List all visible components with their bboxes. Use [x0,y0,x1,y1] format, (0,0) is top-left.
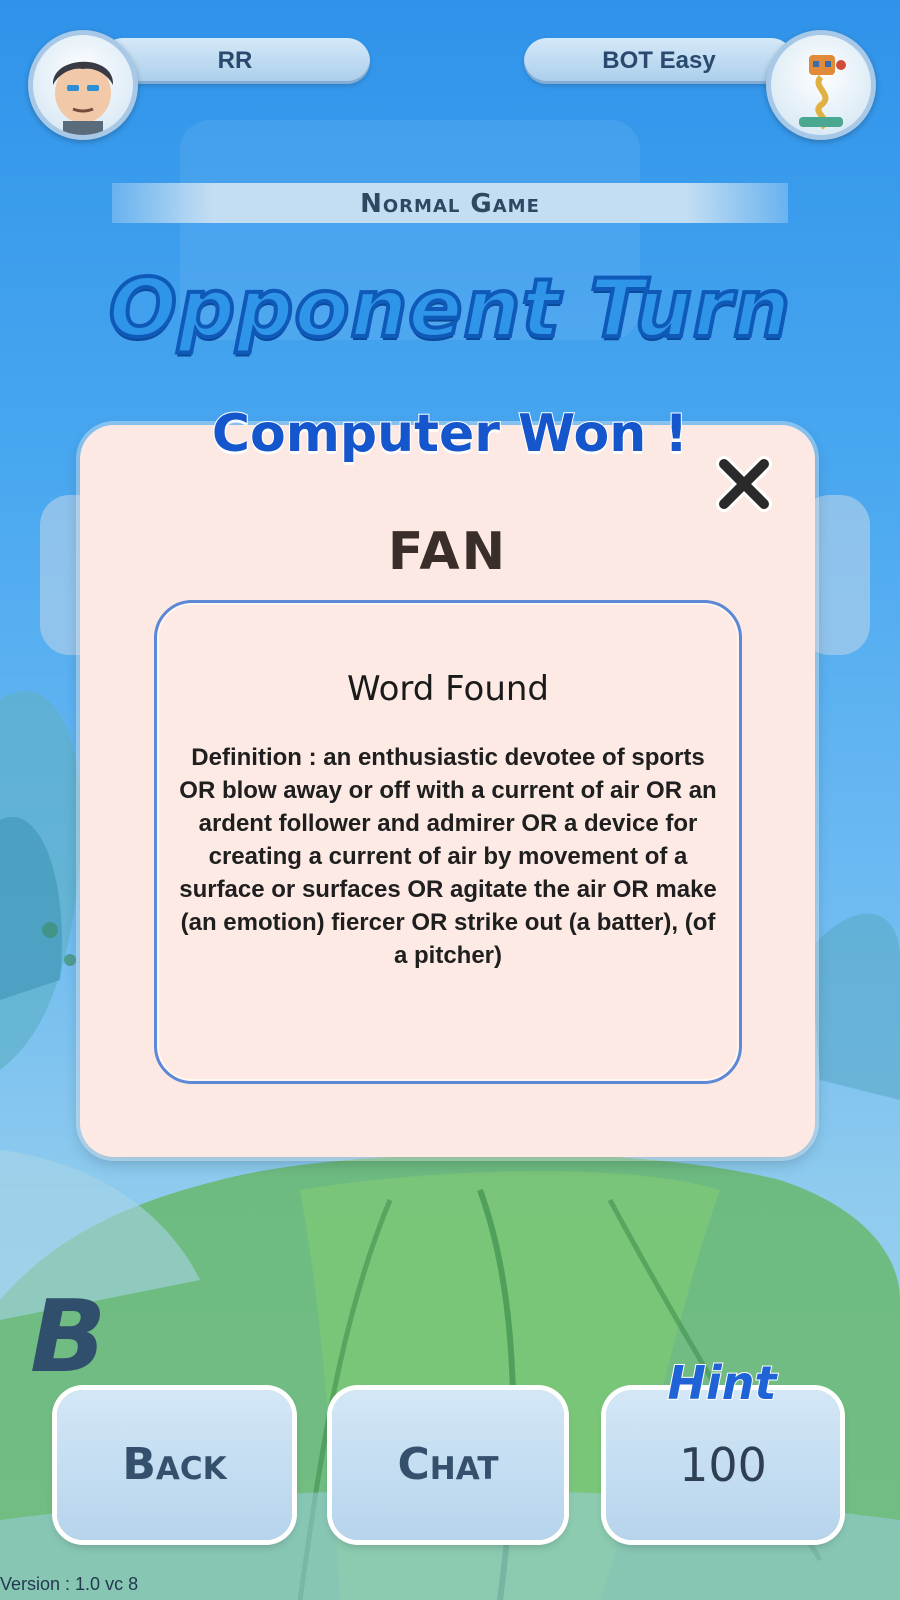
game-screen: RR BOT Easy Normal Game Opponent Turn Co… [0,0,900,1600]
background-letter-tile: B [30,1278,107,1395]
hint-cost: 100 [679,1438,767,1492]
close-icon [716,456,772,512]
word-definition: Definition : an enthusiastic devotee of … [179,744,717,969]
hint-label: Hint [666,1355,777,1411]
player-name: RR [217,47,253,74]
player-avatar[interactable] [28,30,138,140]
hint-button[interactable]: 100 [606,1390,840,1540]
turn-status-title: Opponent Turn [107,260,792,357]
back-button-label: Back [122,1439,227,1490]
found-word: FAN [387,522,508,582]
close-button[interactable] [712,452,776,516]
opponent-avatar[interactable] [766,30,876,140]
version-text: Version : 1.0 vc 8 [0,1574,139,1594]
chat-button-label: Chat [397,1439,499,1490]
opponent-name-pill: BOT Easy [524,38,794,84]
definition-card-title: Word Found [346,669,550,709]
definition-card: Word Found Definition : an enthusiastic … [154,600,742,1084]
chat-button[interactable]: Chat [332,1390,564,1540]
back-button[interactable]: Back [57,1390,292,1540]
robot-avatar-icon [799,55,846,130]
boy-avatar-icon [52,61,114,135]
player-name-pill: RR [100,38,370,84]
opponent-name: BOT Easy [602,47,716,74]
game-mode-label: Normal Game [112,183,788,223]
